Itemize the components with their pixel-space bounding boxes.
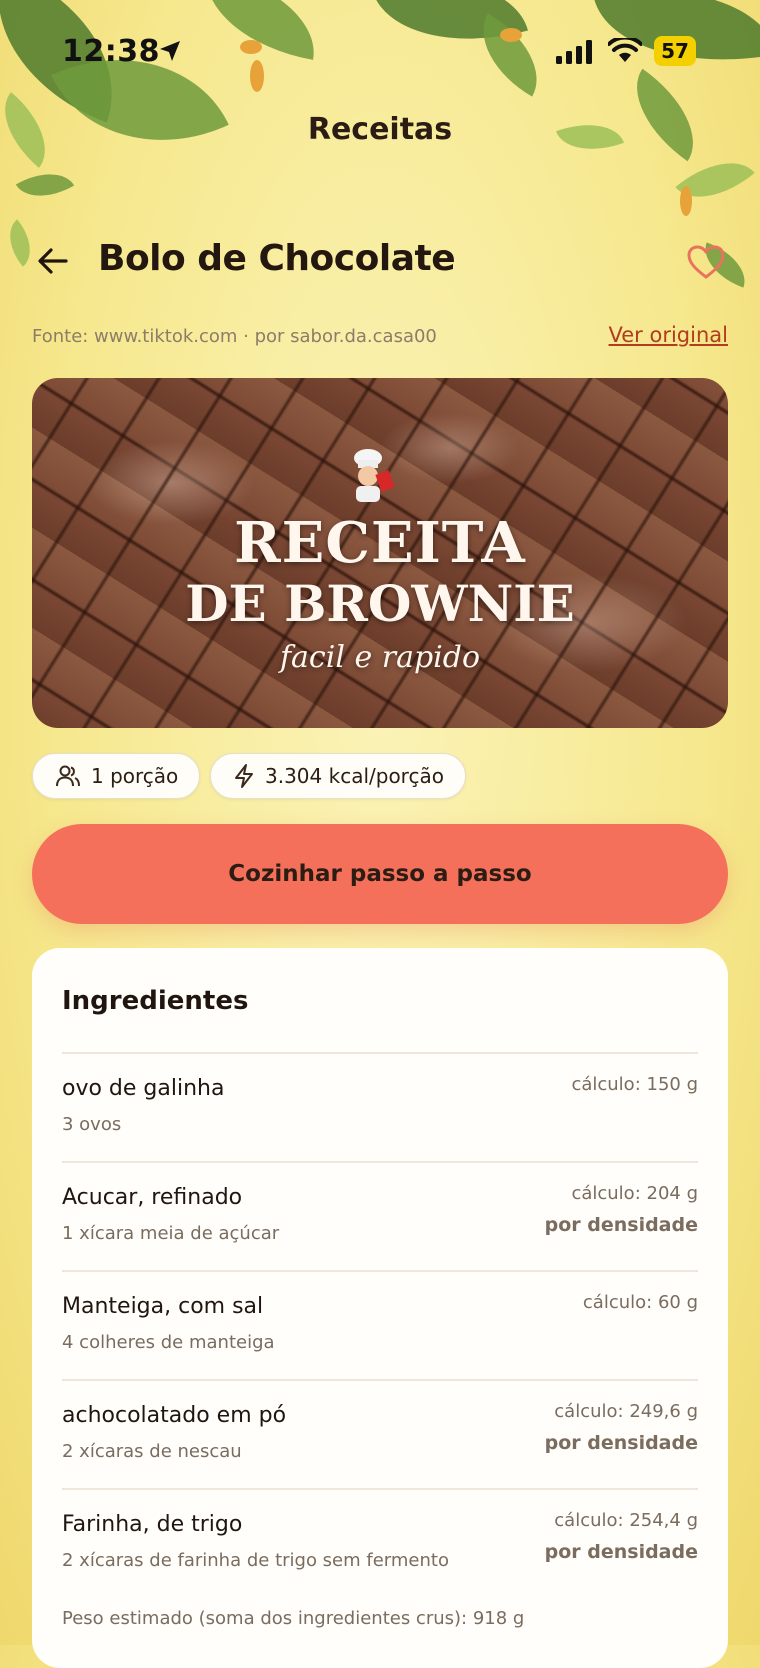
people-icon xyxy=(56,765,80,787)
status-bar: 12:38 57 xyxy=(0,30,760,74)
ingredient-name: ovo de galinha xyxy=(62,1076,225,1101)
location-arrow-icon xyxy=(160,41,180,61)
list-item: achocolatado em pó 2 xícaras de nescau c… xyxy=(62,1379,698,1488)
ingredient-quantity: 2 xícaras de nescau xyxy=(62,1441,242,1462)
list-item: Farinha, de trigo 2 xícaras de farinha d… xyxy=(62,1488,698,1597)
ingredient-name: Acucar, refinado xyxy=(62,1185,243,1210)
ingredient-density-note: por densidade xyxy=(544,1214,698,1236)
recipe-image: RECEITA DE BROWNIE facil e rapido xyxy=(32,378,728,728)
ingredient-calc: cálculo: 254,4 g xyxy=(554,1510,698,1531)
page-title: Receitas xyxy=(307,112,453,147)
list-item: Acucar, refinado 1 xícara meia de açúcar… xyxy=(62,1161,698,1270)
status-time: 12:38 xyxy=(62,34,160,69)
ingredient-quantity: 3 ovos xyxy=(62,1114,122,1135)
estimated-weight-total: Peso estimado (soma dos ingredientes cru… xyxy=(62,1608,525,1629)
list-item: Manteiga, com sal 4 colheres de manteiga… xyxy=(62,1270,698,1379)
ingredient-quantity: 2 xícaras de farinha de trigo sem fermen… xyxy=(62,1550,449,1571)
ingredient-calc: cálculo: 204 g xyxy=(571,1183,698,1204)
calories-chip: 3.304 kcal/porção xyxy=(210,753,466,799)
recipe-source: Fonte: www.tiktok.com · por sabor.da.cas… xyxy=(32,326,437,347)
ingredient-name: achocolatado em pó xyxy=(62,1403,287,1428)
ingredient-calc: cálculo: 249,6 g xyxy=(554,1401,698,1422)
recipe-title: Bolo de Chocolate xyxy=(98,238,456,279)
ingredient-density-note: por densidade xyxy=(544,1541,698,1563)
cook-step-by-step-button[interactable]: Cozinhar passo a passo xyxy=(32,824,728,924)
list-item: ovo de galinha 3 ovos cálculo: 150 g xyxy=(62,1052,698,1161)
calories-label: 3.304 kcal/porção xyxy=(265,764,444,788)
ingredients-card: Ingredientes ovo de galinha 3 ovos cálcu… xyxy=(32,948,728,1668)
wifi-icon xyxy=(608,38,642,62)
ingredient-calc: cálculo: 60 g xyxy=(582,1292,698,1313)
chef-emoji-icon xyxy=(354,449,394,502)
image-text-line3: facil e rapido xyxy=(279,640,481,675)
portions-label: 1 porção xyxy=(91,764,179,788)
ingredient-quantity: 4 colheres de manteiga xyxy=(62,1332,275,1353)
ingredient-name: Farinha, de trigo xyxy=(62,1512,243,1537)
battery-indicator: 57 xyxy=(654,36,696,66)
favorite-heart-icon[interactable] xyxy=(686,244,726,280)
view-original-link[interactable]: Ver original xyxy=(609,323,728,347)
portions-chip: 1 porção xyxy=(32,753,200,799)
cellular-signal-icon xyxy=(556,40,592,64)
ingredient-calc: cálculo: 150 g xyxy=(571,1074,698,1095)
ingredients-list: ovo de galinha 3 ovos cálculo: 150 g Acu… xyxy=(62,1052,698,1597)
image-text-line1: RECEITA xyxy=(234,510,526,576)
ingredient-quantity: 1 xícara meia de açúcar xyxy=(62,1223,280,1244)
lightning-icon xyxy=(235,764,253,788)
ingredient-density-note: por densidade xyxy=(544,1432,698,1454)
ingredients-title: Ingredientes xyxy=(62,986,249,1016)
back-arrow-icon[interactable] xyxy=(36,244,70,278)
ingredient-name: Manteiga, com sal xyxy=(62,1294,264,1319)
image-text-line2: DE BROWNIE xyxy=(185,574,575,633)
